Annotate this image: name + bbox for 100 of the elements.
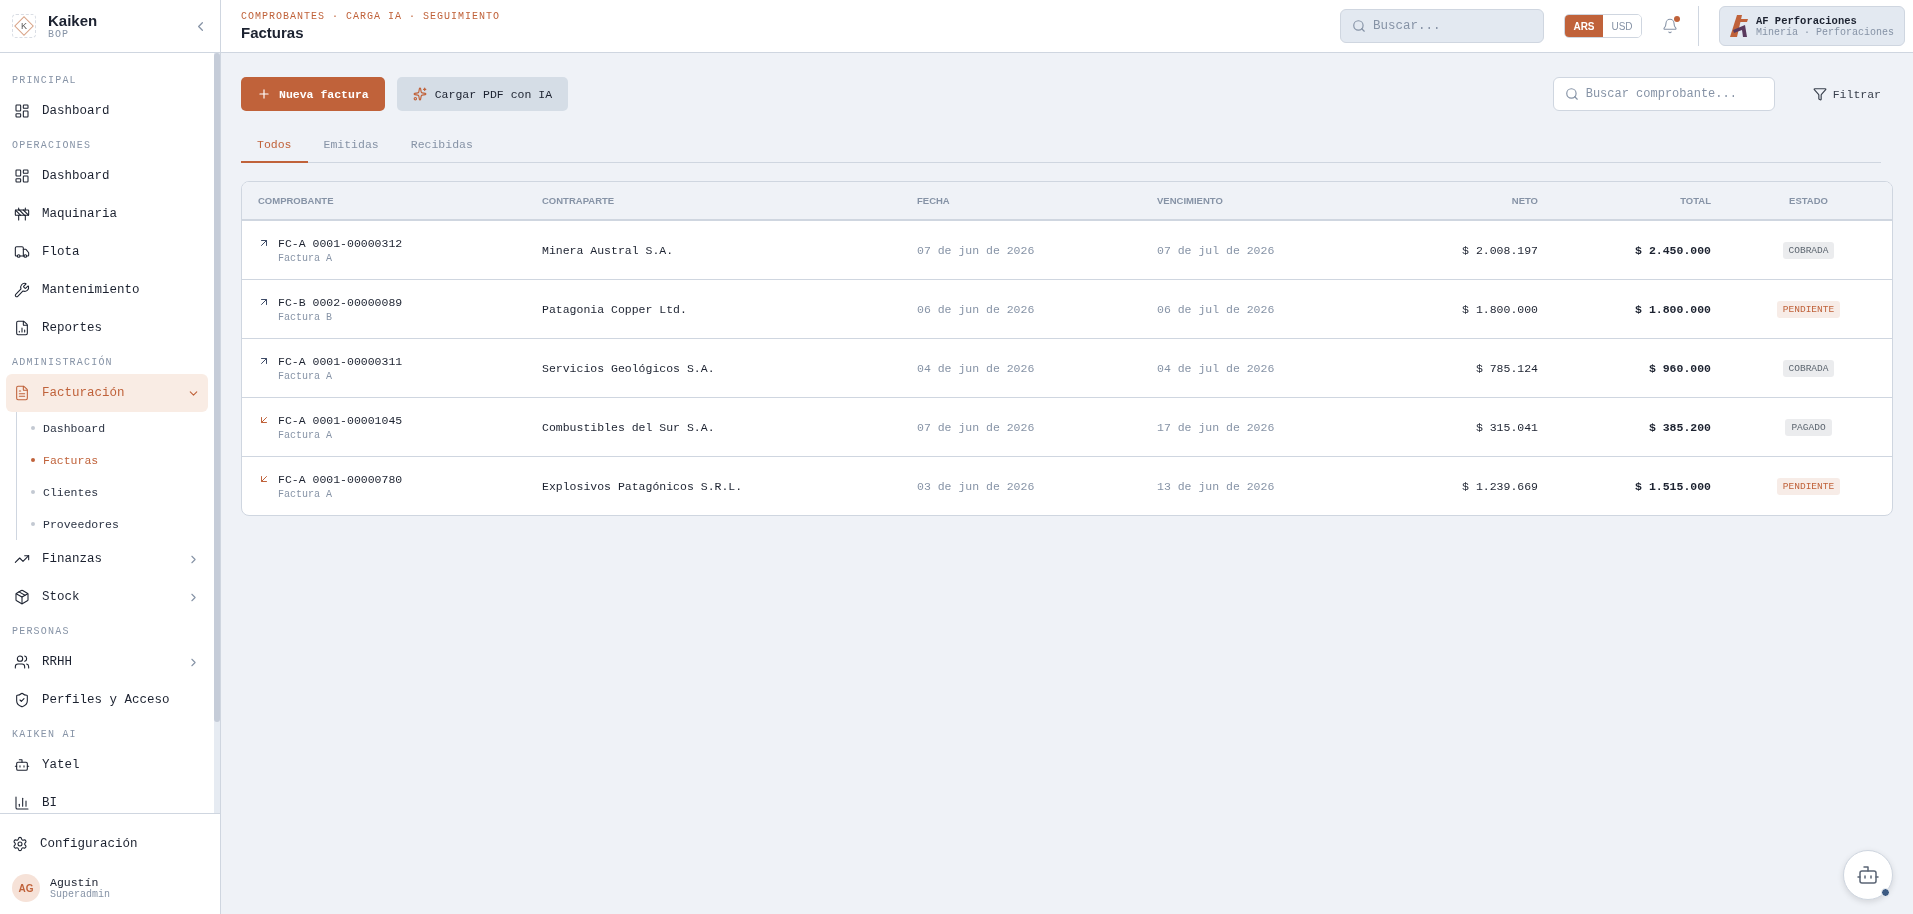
invoice-number: FC-A 0001-00001045 [278, 413, 403, 427]
company-logo-icon [1729, 15, 1748, 37]
column-header: ESTADO [1788, 195, 1829, 206]
table-cell-text: $ 315.041 [1474, 420, 1538, 434]
sidebar-item[interactable]: Dashboard [6, 157, 208, 195]
invoice-type: Factura A [278, 429, 333, 441]
sidebar-subitem[interactable]: Facturas [31, 444, 208, 476]
sidebar-item[interactable]: BI [6, 784, 208, 813]
upload-pdf-button[interactable]: Cargar PDF con IA [396, 77, 569, 111]
table-cell-text: $ 2.008.197 [1461, 243, 1538, 257]
sidebar-subitem[interactable]: Proveedores [31, 508, 208, 540]
status-badge: COBRADA [1782, 241, 1835, 259]
search-field[interactable]: Buscar comprobante... [1552, 77, 1775, 111]
sidebar-item[interactable]: Mantenimiento [6, 271, 208, 309]
users-icon [14, 654, 30, 670]
sidebar-subitem[interactable]: Clientes [31, 476, 208, 508]
report-icon [14, 320, 30, 336]
table-cell-text: $ 2.450.000 [1634, 243, 1711, 257]
sidebar-item[interactable]: Dashboard [6, 92, 208, 130]
table-cell-text: 17 de jun de 2026 [1157, 420, 1276, 434]
section-label: OPERACIONES [11, 139, 93, 153]
shield-icon [14, 692, 30, 708]
invoice-number: FC-A 0001-00000312 [278, 236, 403, 250]
sidebar-item[interactable]: Perfiles y Acceso [6, 681, 208, 719]
chart-icon [14, 795, 30, 811]
sidebar-item[interactable]: Maquinaria [6, 195, 208, 233]
column-header: TOTAL [1679, 195, 1711, 206]
section-label: KAIKEN AI [11, 728, 78, 742]
document-icon [14, 385, 30, 401]
settings-icon [12, 836, 28, 852]
column-header: NETO [1510, 195, 1538, 206]
box-icon [14, 589, 30, 605]
table-cell-text: $ 1.800.000 [1634, 302, 1711, 316]
table-cell-text: 06 de jun de 2026 [917, 302, 1036, 316]
filter-icon [1812, 87, 1827, 101]
sidebar-item[interactable]: RRHH [6, 643, 208, 681]
table-cell-text: 13 de jun de 2026 [1157, 479, 1276, 493]
wrench-icon [14, 282, 30, 298]
sidebar-item[interactable]: Facturación [6, 374, 208, 412]
brand-subtitle: BOP [48, 29, 70, 40]
table-cell-text: Servicios Geológicos S.A. [542, 361, 716, 375]
sidebar-item[interactable]: Yatel [6, 746, 208, 784]
status-badge: COBRADA [1782, 359, 1835, 377]
filter-button[interactable]: Filtrar [1800, 87, 1893, 101]
status-badge: PENDIENTE [1776, 300, 1841, 318]
search-icon [1351, 19, 1366, 33]
table-cell-text: 04 de jun de 2026 [917, 361, 1036, 375]
column-header: VENCIMIENTO [1157, 195, 1224, 206]
settings-item[interactable]: Configuración [12, 822, 208, 866]
sidebar-item[interactable]: Flota [6, 233, 208, 271]
sidebar-item[interactable]: Reportes [6, 309, 208, 347]
section-label: PERSONAS [11, 625, 71, 639]
table-cell-text: $ 1.800.000 [1461, 302, 1538, 316]
invoice-type: Factura A [278, 488, 333, 500]
table-cell-text: Explosivos Patagónicos S.R.L. [542, 479, 744, 493]
sidebar-subitem[interactable]: Dashboard [31, 412, 208, 444]
brand-name: Kaiken [48, 12, 99, 29]
table-cell-text: Minera Austral S.A. [542, 243, 675, 257]
notifications-button[interactable] [1661, 18, 1678, 34]
plus-icon [257, 87, 271, 101]
sidebar-item[interactable]: Stock [6, 578, 208, 616]
dashboard-icon [14, 168, 30, 184]
table-cell-text: Combustibles del Sur S.A. [542, 420, 716, 434]
scrollbar[interactable] [214, 53, 220, 813]
user-role: Superadmin [50, 889, 110, 900]
sidebar-item[interactable]: Finanzas [6, 540, 208, 578]
sparkles-icon [412, 87, 427, 101]
barrier-icon [14, 206, 30, 222]
table-cell-text: $ 385.200 [1647, 420, 1711, 434]
column-header: CONTRAPARTE [542, 195, 616, 206]
truck-icon [14, 244, 30, 260]
user-name: Agustín [50, 876, 99, 889]
user-avatar: AG [12, 874, 40, 902]
table-cell-text: Patagonia Copper Ltd. [542, 302, 688, 316]
robot-icon [1856, 863, 1880, 887]
search-field[interactable]: Buscar... [1339, 9, 1544, 43]
table-cell-text: 07 de jun de 2026 [917, 243, 1036, 257]
column-header: COMPROBANTE [258, 195, 335, 206]
new-invoice-button[interactable]: Nueva factura [241, 77, 385, 111]
status-badge: PAGADO [1785, 418, 1832, 436]
currency-toggle[interactable]: ARS [1564, 15, 1603, 37]
column-header: FECHA [917, 195, 951, 206]
table-cell-text: 04 de jul de 2026 [1157, 361, 1276, 375]
invoice-type: Factura A [278, 370, 333, 382]
logo-icon: K [12, 14, 36, 38]
table-cell-text: $ 1.239.669 [1461, 479, 1538, 493]
section-label: ADMINISTRACIÓN [11, 354, 114, 370]
search-icon [1564, 87, 1579, 101]
robot-icon [14, 757, 30, 773]
assistant-button[interactable] [1843, 850, 1893, 900]
invoice-number: FC-B 0002-00000089 [278, 295, 403, 309]
section-label: PRINCIPAL [11, 74, 78, 88]
page-title: Facturas [241, 24, 305, 41]
table-cell-text: 06 de jul de 2026 [1157, 302, 1276, 316]
table-cell-text: 07 de jul de 2026 [1157, 243, 1276, 257]
dashboard-icon [14, 103, 30, 119]
tab[interactable]: Todos [241, 127, 308, 163]
invoice-type: Factura A [278, 252, 333, 264]
table-cell-text: $ 1.515.000 [1634, 479, 1711, 493]
company-selector[interactable]: AF Perforaciones Minería · Perforaciones [1718, 6, 1905, 46]
